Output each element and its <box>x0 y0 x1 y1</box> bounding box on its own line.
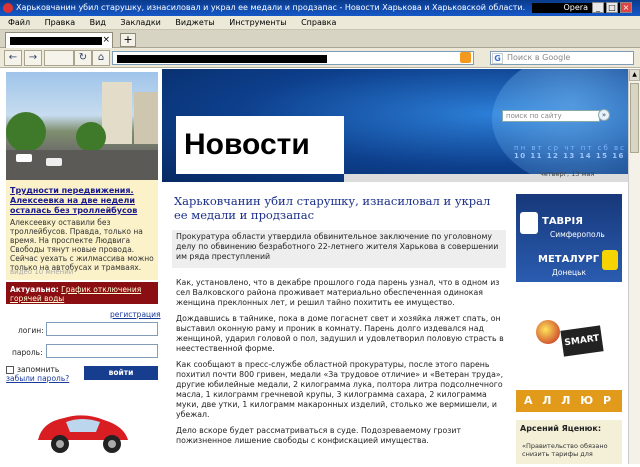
header-strip <box>344 174 640 182</box>
calendar-dates[interactable]: 10 11 12 13 14 15 16 <box>514 152 625 160</box>
redacted-url <box>117 55 327 63</box>
yatsenyuk-name: Арсений Яценюк: <box>520 424 602 433</box>
remember-checkbox[interactable]: запомнить <box>6 365 59 374</box>
login-label: логин: <box>18 326 44 335</box>
car-shape <box>46 158 62 166</box>
building-shape <box>134 92 158 144</box>
new-tab-button[interactable]: + <box>120 33 136 47</box>
tab-close-icon[interactable]: × <box>102 35 110 45</box>
google-icon[interactable]: G <box>492 53 503 64</box>
site-search-go-button[interactable]: » <box>598 109 610 121</box>
address-field[interactable] <box>112 51 474 65</box>
maximize-button[interactable]: □ <box>606 2 618 13</box>
forward-button[interactable]: → <box>24 50 42 66</box>
team-tavria: ТАВРІЯ <box>542 216 583 227</box>
remember-label: запомнить <box>17 365 60 374</box>
login-input[interactable] <box>46 322 158 336</box>
smart-logo: SMART <box>560 325 604 357</box>
left-news-headline[interactable]: Трудности передвижения. Алексеевка на дв… <box>10 186 156 216</box>
ball-icon <box>536 320 560 344</box>
article-paragraph: Дождавшись в тайнике, пока в доме погасн… <box>176 314 504 353</box>
team-tavria-city: Симферополь <box>550 230 605 239</box>
app-name: Opera <box>563 3 589 12</box>
scroll-thumb[interactable] <box>630 83 639 153</box>
fast-forward-button[interactable] <box>44 50 74 66</box>
current-date: четверг, 13 мая <box>540 170 595 178</box>
article-paragraph: Как сообщают в пресс-службе областной пр… <box>176 360 504 419</box>
google-search-input[interactable]: Поиск в Google <box>490 51 634 65</box>
article-lead: Прокуратура области утвердила обвинитель… <box>172 230 506 268</box>
actual-label: Актуально: <box>10 285 59 294</box>
menu-edit[interactable]: Правка <box>45 18 75 27</box>
left-news-text: Алексеевку оставили без троллейбусов. Пр… <box>10 218 154 272</box>
tab-current[interactable]: × <box>5 32 113 48</box>
home-button[interactable]: ⌂ <box>92 50 110 66</box>
article-paragraph: Дело вскоре будет рассматриваться в суде… <box>176 426 461 445</box>
close-window-button[interactable]: × <box>620 2 632 13</box>
actual-block: Актуально: График отключения горячей вод… <box>6 282 158 304</box>
globe-decoration <box>492 69 640 182</box>
menu-tools[interactable]: Инструменты <box>229 18 286 27</box>
tree-shape <box>6 112 46 152</box>
login-button[interactable]: войти <box>84 366 158 380</box>
rss-icon[interactable] <box>460 52 471 63</box>
yatsenyuk-quote: «Правительство обязано снизить тарифы дл… <box>522 442 608 458</box>
password-input[interactable] <box>46 344 158 358</box>
yatsenyuk-ad[interactable]: Арсений Яценюк: «Правительство обязано с… <box>516 420 622 464</box>
car-shape <box>16 154 32 162</box>
menu-help[interactable]: Справка <box>301 18 336 27</box>
page-scrollbar[interactable]: ▲ <box>628 69 640 464</box>
password-label: пароль: <box>12 348 43 357</box>
forgot-password-link[interactable]: забыли пароль? <box>6 374 69 383</box>
reload-button[interactable]: ↻ <box>74 50 92 66</box>
building-shape <box>102 82 132 144</box>
window-title: Харьковчанин убил старушку, изнасиловал … <box>16 3 526 12</box>
article-title: Харьковчанин убил старушку, изнасиловал … <box>174 194 491 222</box>
window-title-bar: Харьковчанин убил старушку, изнасиловал … <box>0 0 640 16</box>
article-paragraph: Как, установлено, что в декабре прошлого… <box>176 278 500 307</box>
site-logo[interactable]: Новости <box>176 116 344 174</box>
smart-volleyball-ad[interactable]: SMART <box>518 298 622 372</box>
opera-icon <box>3 3 13 13</box>
menu-bookmarks[interactable]: Закладки <box>120 18 160 27</box>
tree-shape <box>76 122 106 152</box>
calendar-weekdays: пн вт ср чт пт сб вс <box>514 144 627 152</box>
tavria-crest-icon <box>520 212 538 234</box>
register-link[interactable]: регистрация <box>110 310 161 319</box>
scroll-up-icon[interactable]: ▲ <box>629 69 640 81</box>
checkbox-box[interactable] <box>6 366 14 374</box>
team-metalurg: МЕТАЛУРГ <box>538 254 600 265</box>
football-match-ad[interactable]: ТАВРІЯ Симферополь МЕТАЛУРГ Донецьк <box>516 194 622 282</box>
car-ad[interactable] <box>24 394 144 464</box>
left-news-meta[interactable]: видео 10 мнений <box>10 268 156 276</box>
red-car-icon <box>38 415 128 453</box>
minimize-button[interactable]: _ <box>592 2 604 13</box>
menu-bar: Файл Правка Вид Закладки Виджеты Инструм… <box>0 16 640 30</box>
menu-file[interactable]: Файл <box>8 18 30 27</box>
redacted-tab-title <box>10 37 102 45</box>
back-button[interactable]: ← <box>4 50 22 66</box>
menu-view[interactable]: Вид <box>90 18 106 27</box>
metalurg-crest-icon <box>602 250 618 270</box>
team-metalurg-city: Донецьк <box>552 268 587 277</box>
allyur-ad[interactable]: А Л Л Ю Р <box>516 390 622 412</box>
menu-widgets[interactable]: Виджеты <box>175 18 214 27</box>
site-search-input[interactable]: поиск по сайту <box>502 110 600 122</box>
news-photo[interactable] <box>6 72 158 180</box>
